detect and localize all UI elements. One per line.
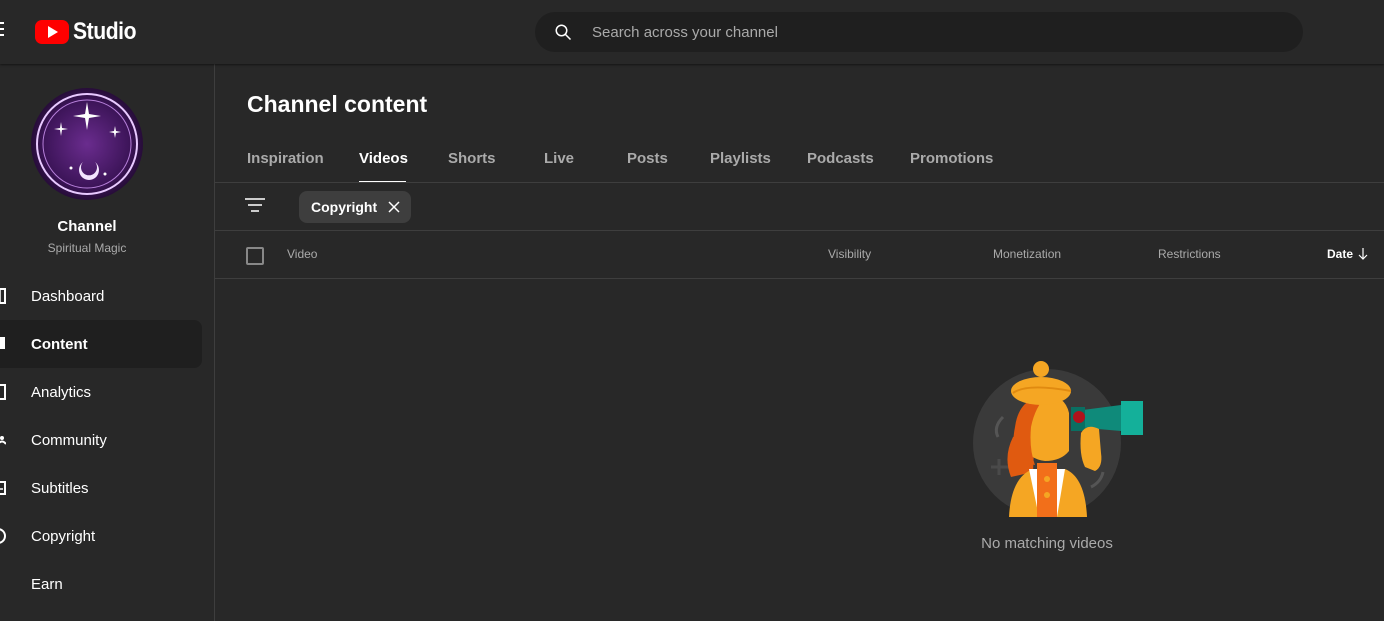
column-restrictions[interactable]: Restrictions [1158, 247, 1221, 261]
tab-promotions[interactable]: Promotions [910, 146, 1000, 183]
search-icon[interactable] [554, 23, 572, 41]
subtitles-icon [0, 481, 6, 495]
analytics-icon [0, 384, 6, 400]
column-date[interactable]: Date [1327, 247, 1353, 261]
studio-logo[interactable]: Studio [35, 18, 145, 46]
sidebar-item-dashboard[interactable]: Dashboard [0, 272, 202, 320]
column-video: Video [287, 247, 318, 261]
tab-live[interactable]: Live [544, 146, 627, 183]
sidebar-item-label: Subtitles [31, 479, 89, 497]
filter-chip-copyright[interactable]: Copyright [299, 191, 412, 223]
tab-podcasts[interactable]: Podcasts [807, 146, 910, 183]
tab-posts[interactable]: Posts [627, 146, 710, 183]
filter-icon[interactable] [245, 198, 265, 216]
search-input[interactable] [592, 12, 1272, 52]
close-icon[interactable] [387, 200, 401, 214]
tab-shorts[interactable]: Shorts [448, 146, 544, 183]
top-bar: Studio [0, 0, 1384, 64]
sidebar-item-analytics[interactable]: Analytics [0, 368, 202, 416]
tab-playlists[interactable]: Playlists [710, 146, 807, 183]
app-title: Studio [73, 18, 137, 45]
sidebar: Channel Spiritual Magic Dashboard Conten… [0, 64, 215, 621]
sidebar-item-label: Content [31, 335, 88, 353]
empty-state-illustration [973, 361, 1143, 517]
page-title: Channel content [247, 91, 428, 117]
content-icon [0, 337, 5, 349]
search-bar[interactable] [535, 12, 1303, 52]
arrow-down-icon[interactable] [1358, 248, 1368, 260]
dashboard-icon [0, 288, 6, 304]
sidebar-item-label: Dashboard [31, 287, 105, 305]
copyright-icon [0, 528, 6, 544]
sidebar-item-earn[interactable]: Earn [0, 560, 202, 608]
select-all-checkbox[interactable] [246, 247, 264, 265]
tab-videos[interactable]: Videos [359, 146, 408, 183]
tab-inspiration[interactable]: Inspiration [247, 146, 359, 183]
youtube-play-icon [35, 20, 69, 44]
column-visibility[interactable]: Visibility [828, 247, 871, 261]
sidebar-item-community[interactable]: Community [0, 416, 202, 464]
hamburger-menu-icon[interactable] [0, 22, 8, 42]
filter-bar: Copyright [215, 183, 1384, 231]
table-header: Video Visibility Monetization Restrictio… [215, 231, 1384, 279]
community-icon [0, 436, 6, 445]
channel-title: Channel [57, 218, 117, 235]
sidebar-item-label: Analytics [31, 383, 92, 401]
sidebar-item-label: Community [31, 431, 107, 449]
column-monetization[interactable]: Monetization [993, 247, 1061, 261]
sidebar-item-label: Earn [31, 575, 63, 593]
sidebar-nav: Dashboard Content Analytics Community Su… [0, 272, 215, 608]
avatar-artwork [36, 93, 138, 195]
empty-state-message: No matching videos [981, 535, 1113, 552]
channel-name: Spiritual Magic [47, 241, 127, 255]
content-tabs: Inspiration Videos Shorts Live Posts Pla… [247, 146, 1000, 183]
sidebar-item-content[interactable]: Content [0, 320, 202, 368]
channel-avatar[interactable] [31, 88, 143, 200]
sidebar-item-subtitles[interactable]: Subtitles [0, 464, 202, 512]
filter-chip-label: Copyright [311, 199, 378, 215]
main-content: Channel content Inspiration Videos Short… [215, 64, 1384, 621]
sidebar-item-label: Copyright [31, 527, 96, 545]
sidebar-item-copyright[interactable]: Copyright [0, 512, 202, 560]
